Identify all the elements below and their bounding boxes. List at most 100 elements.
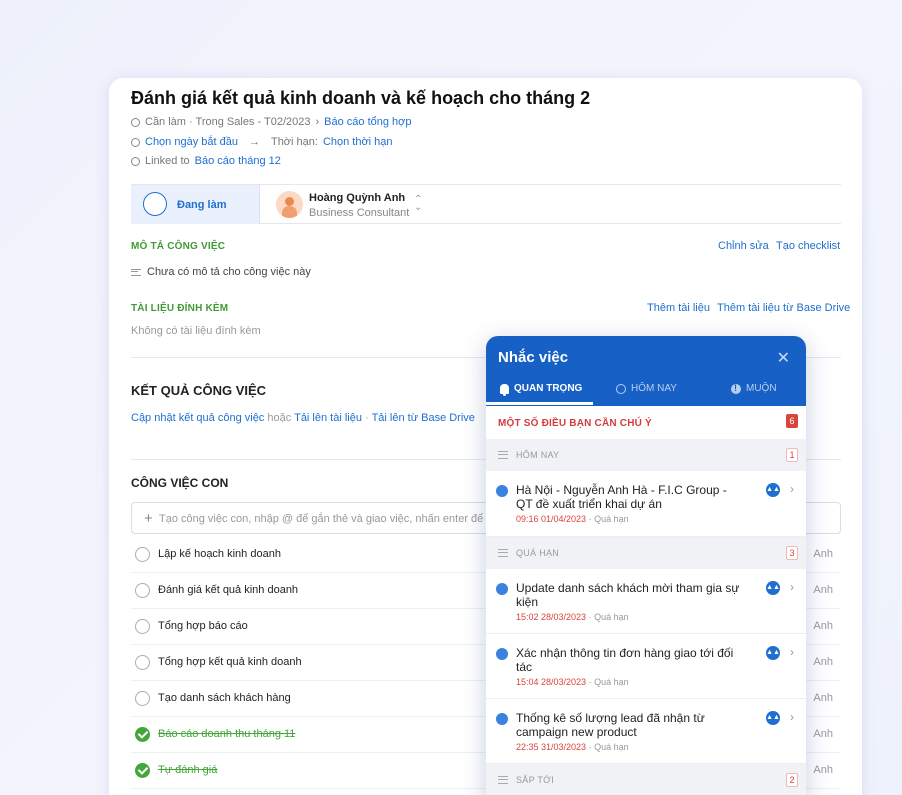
list-item[interactable]: Hà Nội - Nguyễn Anh Hà - F.I.C Group - Q… <box>486 471 806 537</box>
add-drive-attachment-button[interactable]: Thêm tài liệu từ Base Drive <box>717 302 850 314</box>
clock-icon <box>131 137 140 147</box>
task-label: Tổng hợp kết quả kinh doanh <box>158 656 302 668</box>
status-circle-icon <box>131 117 140 127</box>
group-name: QUÁ HẠN <box>516 548 560 558</box>
task-linked: Linked to Báo cáo tháng 12 <box>131 155 281 167</box>
status-dot <box>496 713 508 725</box>
chevron-right-icon[interactable]: › <box>790 580 794 594</box>
reminder-item-title: Update danh sách khách mời tham gia sự k… <box>516 581 740 609</box>
upload-document-link[interactable]: Tải lên tài liệu <box>294 412 362 424</box>
reminder-item-title: Hà Nội - Nguyễn Anh Hà - F.I.C Group - Q… <box>516 483 727 511</box>
task-label: Tạo danh sách khách hàng <box>158 692 291 704</box>
check-icon[interactable] <box>135 727 150 742</box>
status-toggle[interactable]: Đang làm <box>131 185 260 224</box>
linked-label: Linked to <box>145 155 190 167</box>
status-circle-icon <box>143 192 167 216</box>
avatar <box>276 191 303 218</box>
count-badge: 6 <box>786 414 798 428</box>
tab-late[interactable]: MUỘN <box>731 383 777 394</box>
count-badge: 1 <box>786 448 798 462</box>
task-checkbox[interactable] <box>135 547 150 562</box>
bell-icon <box>500 383 509 396</box>
breadcrumb-link[interactable]: Báo cáo tổng hợp <box>324 116 411 128</box>
task-title: Đánh giá kết quả kinh doanh và kế hoạch … <box>131 88 591 108</box>
group-header-today: HÔM NAY 1 <box>486 439 806 471</box>
reminder-item-title: Xác nhận thông tin đơn hàng giao tới đối… <box>516 646 734 674</box>
reminder-header: Nhắc việc ✕ QUAN TRỌNG HÔM NAY MUỘN <box>486 336 806 406</box>
assignee-icon[interactable]: ▲▲ <box>766 483 780 497</box>
task-checkbox[interactable] <box>135 583 150 598</box>
reminder-panel: Nhắc việc ✕ QUAN TRỌNG HÔM NAY MUỘN MỘT … <box>486 336 806 795</box>
overdue-text: · Quá hạn <box>588 612 629 622</box>
task-owner: Anh <box>813 728 833 740</box>
chevron-right-icon[interactable]: › <box>790 645 794 659</box>
reminder-item-time: 22:35 31/03/2023 · Quá hạn <box>516 742 629 752</box>
assignee-icon[interactable]: ▲▲ <box>766 581 780 595</box>
task-checkbox[interactable] <box>135 655 150 670</box>
status-label: Đang làm <box>177 199 227 211</box>
status-dot <box>496 485 508 497</box>
tab-label: HÔM NAY <box>631 383 677 394</box>
linked-task-link[interactable]: Báo cáo tháng 12 <box>195 155 281 167</box>
chevron-right-icon[interactable]: › <box>790 482 794 496</box>
upload-drive-link[interactable]: Tải lên từ Base Drive <box>372 412 475 424</box>
count-badge: 3 <box>786 546 798 560</box>
reminder-item-time: 15:02 28/03/2023 · Quá hạn <box>516 612 629 622</box>
reminder-title: Nhắc việc <box>498 349 569 366</box>
status-dot <box>496 648 508 660</box>
task-owner: Anh <box>813 548 833 560</box>
attachments-heading: TÀI LIỆU ĐÍNH KÈM <box>131 303 229 314</box>
attachments-empty: Không có tài liệu đính kèm <box>131 325 261 337</box>
list-item[interactable]: Thống kê số lượng lead đã nhận từ campai… <box>486 699 806 764</box>
result-heading: KẾT QUẢ CÔNG VIỆC <box>131 383 267 398</box>
tab-label: MUỘN <box>746 383 777 394</box>
edit-description-button[interactable]: Chỉnh sửa <box>718 240 769 252</box>
task-label: Tự đánh giá <box>158 764 218 776</box>
active-tab-indicator <box>486 402 593 405</box>
status-assignee-row: Đang làm Hoàng Quỳnh Anh Business Consul… <box>131 184 841 224</box>
reminder-item-title: Thống kê số lượng lead đã nhận từ campai… <box>516 711 705 739</box>
status-dot <box>496 583 508 595</box>
task-checkbox[interactable] <box>135 619 150 634</box>
deadline-button[interactable]: Chọn thời hạn <box>323 136 393 148</box>
link-icon <box>131 156 140 166</box>
overdue-text: · Quá hạn <box>588 742 629 752</box>
reminder-alert: MỘT SỐ ĐIỀU BẠN CẦN CHÚ Ý 6 <box>486 406 806 439</box>
list-item[interactable]: Xác nhận thông tin đơn hàng giao tới đối… <box>486 634 806 699</box>
tab-label: QUAN TRỌNG <box>514 383 583 394</box>
list-icon <box>498 451 508 459</box>
plus-icon: + <box>144 510 153 527</box>
subtask-placeholder: Tạo công việc con, nhập @ để gắn thẻ và … <box>159 513 503 525</box>
task-label: Báo cáo doanh thu tháng 11 <box>158 728 296 740</box>
task-owner: Anh <box>813 620 833 632</box>
subtasks-heading: CÔNG VIỆC CON <box>131 476 229 490</box>
description-empty: Chưa có mô tả cho công việc này <box>131 266 311 278</box>
update-result-link[interactable]: Cập nhật kết quả công việc <box>131 412 264 424</box>
breadcrumb-text: Cần làm · Trong Sales - T02/2023 <box>145 116 311 128</box>
add-attachment-button[interactable]: Thêm tài liệu <box>647 302 710 314</box>
assignee-name[interactable]: Hoàng Quỳnh Anh <box>309 192 405 204</box>
create-checklist-button[interactable]: Tạo checklist <box>776 240 840 252</box>
task-label: Đánh giá kết quả kinh doanh <box>158 584 299 596</box>
clock-icon <box>616 383 626 394</box>
list-item[interactable]: Update danh sách khách mời tham gia sự k… <box>486 569 806 634</box>
tab-important[interactable]: QUAN TRỌNG <box>500 383 583 396</box>
check-icon[interactable] <box>135 763 150 778</box>
time-text: 15:04 28/03/2023 <box>516 677 587 687</box>
time-text: 09:16 01/04/2023 <box>516 514 587 524</box>
start-date-button[interactable]: Chọn ngày bắt đầu <box>145 136 238 148</box>
close-icon[interactable]: ✕ <box>777 348 790 368</box>
task-checkbox[interactable] <box>135 691 150 706</box>
assignee-icon[interactable]: ▲▲ <box>766 711 780 725</box>
description-heading: MÔ TẢ CÔNG VIỆC <box>131 241 226 252</box>
chevron-right-icon[interactable]: › <box>790 710 794 724</box>
overdue-text: · Quá hạn <box>588 677 629 687</box>
tab-today[interactable]: HÔM NAY <box>616 383 677 394</box>
assignee-icon[interactable]: ▲▲ <box>766 646 780 660</box>
group-header-upcoming: SẮP TỚI 2 <box>486 764 806 795</box>
overdue-text: · Quá hạn <box>588 514 629 524</box>
alert-text: MỘT SỐ ĐIỀU BẠN CẦN CHÚ Ý <box>498 418 652 429</box>
group-name: SẮP TỚI <box>516 775 554 785</box>
chevron-updown-icon[interactable]: ⌃ ⌄ <box>414 195 422 213</box>
assignee-role: Business Consultant <box>309 207 410 219</box>
